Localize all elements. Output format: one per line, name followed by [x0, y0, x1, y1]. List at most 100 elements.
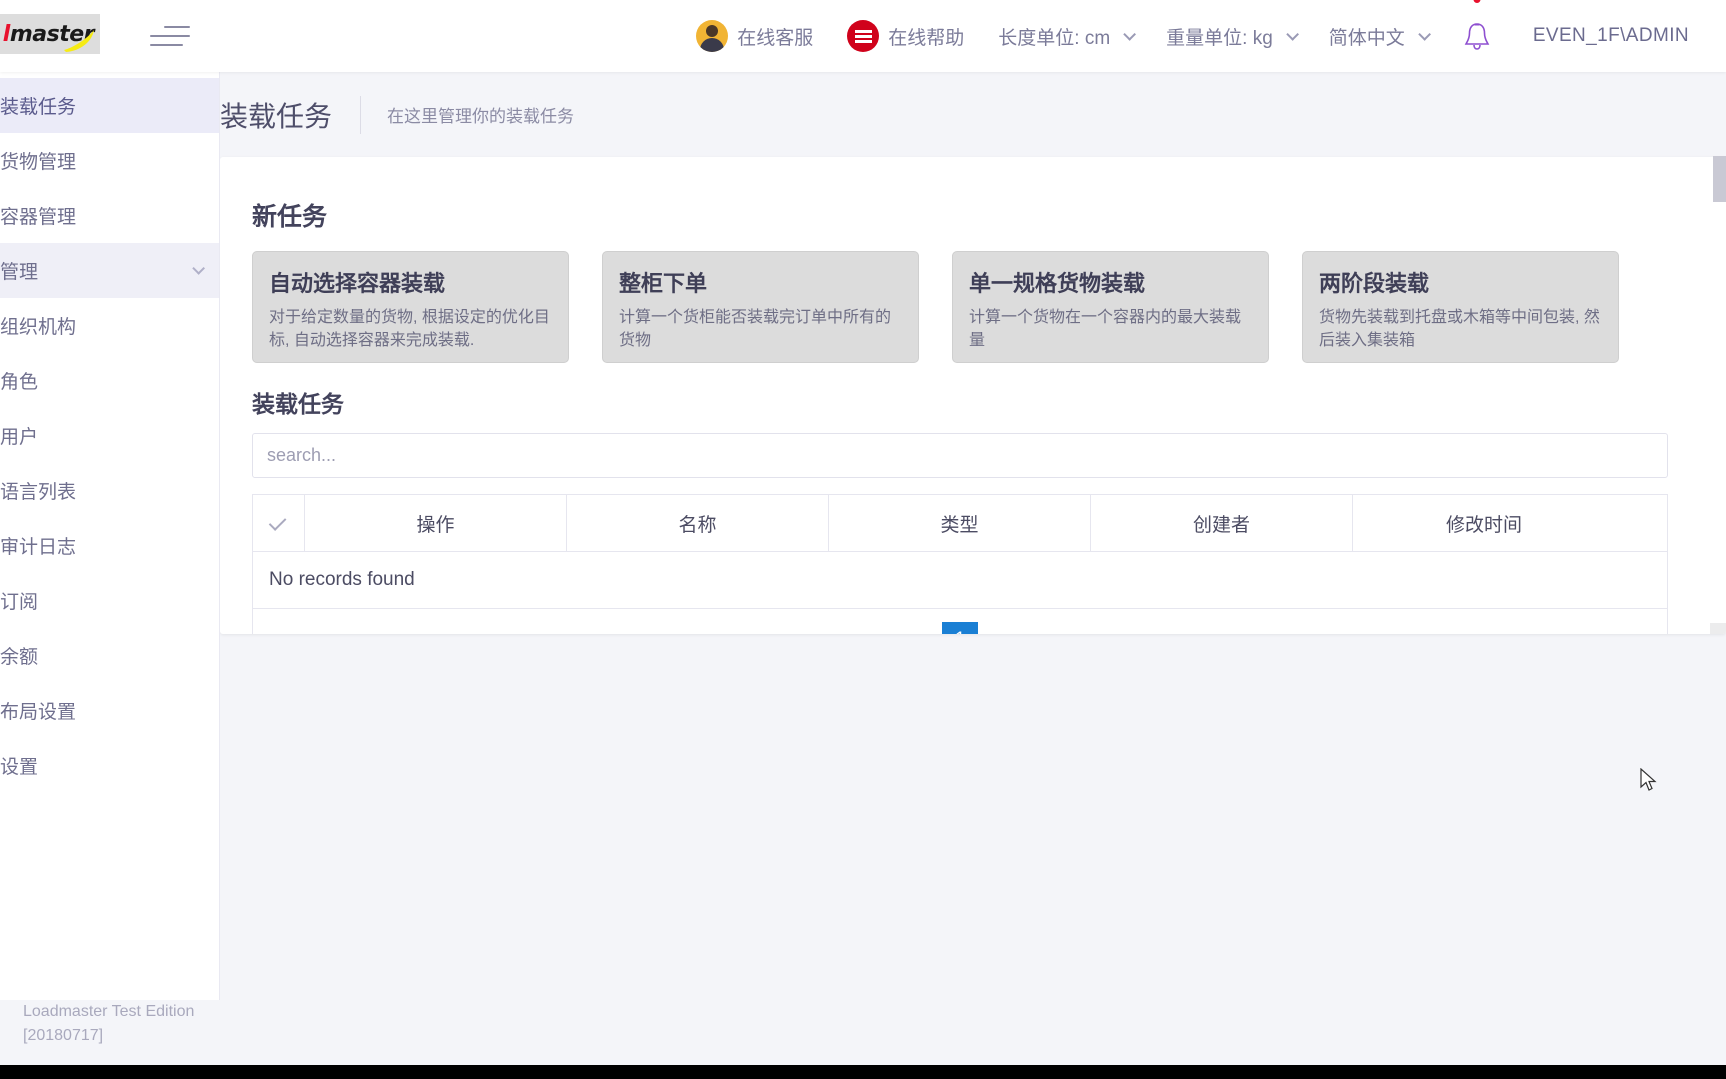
page-header: 装载任务 在这里管理你的装载任务: [220, 72, 1726, 157]
online-support-button[interactable]: 在线客服: [679, 0, 830, 72]
app-logo[interactable]: lmaster: [0, 14, 100, 54]
new-task-tile-0[interactable]: 自动选择容器装载对于给定数量的货物, 根据设定的优化目标, 自动选择容器来完成装…: [252, 251, 569, 363]
bell-icon: [1464, 23, 1490, 50]
chevron-down-icon: [192, 262, 205, 275]
hamburger-icon[interactable]: [150, 20, 190, 52]
sidebar-item-2[interactable]: 容器管理: [0, 188, 219, 243]
sidebar-item-label: 余额: [0, 647, 39, 668]
page-vertical-scrollbar[interactable]: [1713, 156, 1726, 202]
tasks-table: 操作 名称 类型 创建者 修改时间 No records found: [252, 494, 1668, 634]
sidebar-item-label: 装载任务: [0, 97, 77, 118]
column-header-action[interactable]: 操作: [305, 495, 567, 551]
chevron-down-icon: [1286, 27, 1299, 41]
table-header-row: 操作 名称 类型 创建者 修改时间: [253, 495, 1667, 551]
sidebar-item-label: 语言列表: [0, 482, 77, 503]
user-name-label: EVEN_1F\ADMIN: [1532, 25, 1689, 46]
weight-unit-label: 重量单位: kg: [1166, 27, 1273, 49]
language-label: 简体中文: [1328, 27, 1405, 49]
sidebar-item-label: 容器管理: [0, 207, 77, 228]
new-task-heading: 新任务: [252, 203, 328, 231]
sidebar-item-12[interactable]: 设置: [0, 738, 219, 793]
logo-text-red: l: [2, 21, 11, 47]
sidebar-item-label: 设置: [0, 757, 39, 778]
column-header-creator[interactable]: 创建者: [1091, 495, 1353, 551]
notifications-button[interactable]: [1444, 0, 1510, 72]
sidebar-item-label: 组织机构: [0, 317, 77, 338]
sidebar-item-6[interactable]: 用户: [0, 408, 219, 463]
notification-badge-dot: [1473, 0, 1481, 3]
new-task-tile-3[interactable]: 两阶段装载货物先装载到托盘或木箱等中间包装, 然后装入集装箱: [1302, 251, 1619, 363]
sidebar-footer: Loadmaster Test Edition [20180717]: [0, 1000, 260, 1048]
main-content: 装载任务 在这里管理你的装载任务 新任务 自动选择容器装载对于给定数量的货物, …: [220, 72, 1726, 1000]
tile-title: 自动选择容器装载: [269, 271, 446, 296]
online-help-label: 在线帮助: [888, 27, 965, 49]
screen-bottom-bar: [0, 1065, 1726, 1079]
chevron-down-icon: [1123, 27, 1137, 41]
select-all-checkbox[interactable]: [253, 495, 305, 551]
sidebar-item-9[interactable]: 订阅: [0, 573, 219, 628]
sidebar-item-3[interactable]: 管理: [0, 243, 219, 298]
sidebar-item-label: 货物管理: [0, 152, 77, 173]
online-help-button[interactable]: 在线帮助: [830, 0, 981, 72]
tile-description: 货物先装载到托盘或木箱等中间包装, 然后装入集装箱: [1319, 309, 1600, 349]
length-unit-label: 长度单位: cm: [998, 27, 1111, 49]
pagination-page-1[interactable]: 1: [942, 621, 978, 634]
sidebar-item-label: 管理: [0, 262, 39, 283]
search-input[interactable]: [252, 433, 1668, 478]
build-label: [20180717]: [23, 1027, 104, 1044]
pagination-next-button[interactable]: [978, 620, 1018, 634]
agent-avatar-icon: [696, 20, 729, 52]
checkmark-icon: [268, 512, 286, 531]
chevron-down-icon: [1418, 27, 1431, 41]
pagination-first-button[interactable]: [862, 620, 902, 634]
pagination: 1: [253, 609, 1667, 634]
tile-description: 计算一个货柜能否装载完订单中所有的货物: [619, 309, 892, 349]
length-unit-selector[interactable]: 长度单位: cm: [981, 0, 1149, 72]
tasks-card: 新任务 自动选择容器装载对于给定数量的货物, 根据设定的优化目标, 自动选择容器…: [220, 157, 1726, 634]
task-list-heading: 装载任务: [252, 391, 344, 417]
sidebar-nav: 装载任务货物管理容器管理管理组织机构角色用户语言列表审计日志订阅余额布局设置设置: [0, 78, 219, 793]
sidebar-item-label: 角色: [0, 372, 39, 393]
sidebar-item-label: 布局设置: [0, 702, 77, 723]
sidebar-item-5[interactable]: 角色: [0, 353, 219, 408]
help-book-icon: [847, 20, 880, 52]
sidebar-item-1[interactable]: 货物管理: [0, 133, 219, 188]
top-header: lmaster 在线客服 在线帮助 长度单位: cm 重量单位: kg 简体中文…: [0, 0, 1726, 72]
search-area: [252, 433, 1668, 478]
pagination-last-button[interactable]: [1018, 620, 1058, 634]
new-task-tiles: 自动选择容器装载对于给定数量的货物, 根据设定的优化目标, 自动选择容器来完成装…: [252, 251, 1726, 363]
sidebar-item-label: 订阅: [0, 592, 39, 613]
header-actions: 在线客服 在线帮助 长度单位: cm 重量单位: kg 简体中文 EVEN_1F…: [679, 0, 1716, 72]
sidebar-item-8[interactable]: 审计日志: [0, 518, 219, 573]
mouse-cursor: [1640, 768, 1657, 791]
sidebar-item-11[interactable]: 布局设置: [0, 683, 219, 738]
edition-label: Loadmaster Test Edition: [23, 1003, 195, 1020]
logo-swoosh-icon: [64, 30, 94, 52]
pagination-prev-button[interactable]: [902, 620, 942, 634]
new-task-tile-1[interactable]: 整柜下单计算一个货柜能否装载完订单中所有的货物: [602, 251, 919, 363]
current-user[interactable]: EVEN_1F\ADMIN: [1510, 0, 1716, 72]
app-root: lmaster 在线客服 在线帮助 长度单位: cm 重量单位: kg 简体中文…: [0, 0, 1726, 1079]
sidebar-item-10[interactable]: 余额: [0, 628, 219, 683]
column-header-name[interactable]: 名称: [567, 495, 829, 551]
column-header-type[interactable]: 类型: [829, 495, 1091, 551]
weight-unit-selector[interactable]: 重量单位: kg: [1149, 0, 1312, 72]
sidebar-item-label: 审计日志: [0, 537, 77, 558]
title-divider: [360, 95, 362, 134]
tile-title: 两阶段装载: [1319, 271, 1430, 296]
language-selector[interactable]: 简体中文: [1312, 0, 1444, 72]
table-empty-row: No records found: [253, 551, 1667, 609]
table-horizontal-scroll-thumb[interactable]: [1710, 623, 1726, 634]
sidebar-item-label: 用户: [0, 427, 39, 448]
tile-title: 单一规格货物装载: [969, 271, 1146, 296]
tile-description: 对于给定数量的货物, 根据设定的优化目标, 自动选择容器来完成装载.: [269, 309, 550, 349]
sidebar-item-0[interactable]: 装载任务: [0, 78, 219, 133]
sidebar-item-4[interactable]: 组织机构: [0, 298, 219, 353]
sidebar-item-7[interactable]: 语言列表: [0, 463, 219, 518]
tile-description: 计算一个货物在一个容器内的最大装载量: [969, 309, 1242, 349]
online-support-label: 在线客服: [737, 27, 814, 49]
tile-title: 整柜下单: [619, 271, 708, 296]
new-task-tile-2[interactable]: 单一规格货物装载计算一个货物在一个容器内的最大装载量: [952, 251, 1269, 363]
column-header-modified-time[interactable]: 修改时间: [1353, 495, 1615, 551]
page-title: 装载任务: [220, 100, 333, 132]
